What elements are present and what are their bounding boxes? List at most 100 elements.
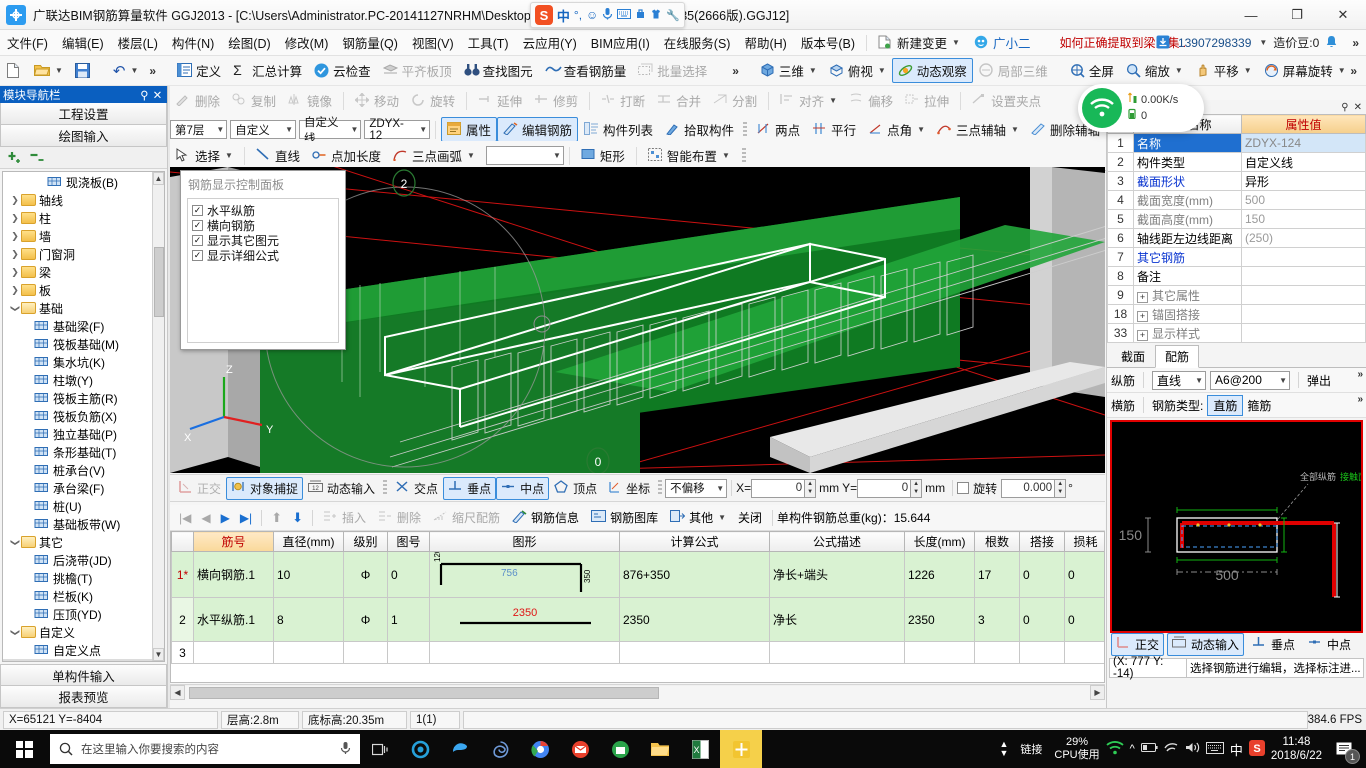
cell-count[interactable]: 17 bbox=[974, 551, 1020, 598]
split-button[interactable]: 分割 bbox=[707, 88, 763, 113]
view-3d-chevron-icon[interactable]: ▼ bbox=[809, 66, 817, 75]
ime-mic-icon[interactable] bbox=[602, 7, 613, 23]
chevron-right-icon[interactable]: ❯ bbox=[9, 195, 21, 206]
longitudinal-more-button[interactable]: » bbox=[1357, 369, 1363, 380]
nav-button-draw-input[interactable]: 绘图输入 bbox=[0, 125, 167, 147]
cell-rebar-no[interactable]: 横向钢筋.1 bbox=[193, 551, 274, 598]
ggj-icon[interactable] bbox=[720, 730, 762, 768]
category-chevron-icon[interactable]: ▼ bbox=[285, 125, 293, 134]
category-selector[interactable]: 自定义 ▼ bbox=[230, 120, 297, 139]
chevron-down-icon[interactable]: ❯ bbox=[10, 302, 21, 314]
rebar-type-straight-option[interactable]: 直筋 bbox=[1207, 394, 1244, 416]
rebar-type-stirrup-option[interactable]: 箍筋 bbox=[1247, 397, 1271, 414]
copy-button[interactable]: 复制 bbox=[226, 88, 282, 113]
cell-count[interactable] bbox=[974, 641, 1020, 664]
property-value[interactable]: 500 bbox=[1241, 190, 1366, 210]
cell-length[interactable]: 1226 bbox=[904, 551, 975, 598]
cell-grade[interactable]: Φ bbox=[343, 551, 388, 598]
menu-modify[interactable]: 修改(M) bbox=[278, 30, 336, 55]
last-record-button[interactable]: ▶| bbox=[235, 508, 257, 528]
preview-dynamic-input-button[interactable]: 动态输入 bbox=[1167, 632, 1245, 656]
property-value[interactable]: 自定义线 bbox=[1241, 152, 1366, 172]
rotate-stepper-up[interactable]: ▲ bbox=[1055, 479, 1066, 488]
property-row[interactable]: 8 备注 bbox=[1107, 266, 1366, 286]
property-row[interactable]: 5 截面高度(mm) 150 bbox=[1107, 209, 1366, 229]
account-chevron-icon[interactable]: ▼ bbox=[1259, 38, 1267, 47]
rebar-table[interactable]: 筋号 直径(mm) 级别 图号 图形 计算公式 公式描述 长度(mm) 根数 搭… bbox=[170, 531, 1105, 683]
tree-item[interactable]: 柱墩(Y) bbox=[3, 371, 164, 389]
delete-row-button[interactable]: 删除 bbox=[372, 506, 427, 529]
view-rebar-button[interactable]: 查看钢筋量 bbox=[539, 58, 633, 83]
property-value[interactable] bbox=[1241, 285, 1366, 305]
menu-floor[interactable]: 楼层(L) bbox=[111, 30, 165, 55]
tree-item[interactable]: ❯ 自定义 bbox=[3, 623, 164, 641]
cell-rebar-no[interactable]: 水平纵筋.1 bbox=[193, 597, 274, 642]
zoom-chevron-icon[interactable]: ▼ bbox=[1175, 66, 1183, 75]
ime-toolbox-icon[interactable] bbox=[635, 8, 646, 23]
tray-wifi-icon[interactable] bbox=[1106, 740, 1124, 758]
chevron-down-icon[interactable]: ▼ bbox=[1279, 376, 1287, 385]
x-stepper-up[interactable]: ▲ bbox=[805, 479, 816, 488]
snap-grip-2[interactable] bbox=[658, 480, 663, 496]
tray-expand-icon[interactable]: ▲ ▼ bbox=[999, 740, 1008, 758]
cell-length[interactable]: 2350 bbox=[904, 597, 975, 642]
spiral-icon[interactable] bbox=[480, 730, 520, 768]
zoom-button[interactable]: 缩放 ▼ bbox=[1120, 58, 1189, 83]
checkbox-transverse-rebar[interactable]: ✓ 横向钢筋 bbox=[192, 218, 338, 233]
tree-item[interactable]: 桩(U) bbox=[3, 497, 164, 515]
property-row[interactable]: 18 + 锚固搭接 bbox=[1107, 304, 1366, 324]
point-length-button[interactable]: 点加长度 bbox=[306, 143, 387, 168]
nav-button-single-member-input[interactable]: 单构件输入 bbox=[0, 664, 167, 686]
tab-reinforcement[interactable]: 配筋 bbox=[1155, 345, 1200, 368]
property-row[interactable]: 1 名称 ZDYX-124 bbox=[1107, 133, 1366, 153]
x-stepper-down[interactable]: ▼ bbox=[805, 488, 816, 497]
cell-rebar-no[interactable] bbox=[193, 641, 274, 664]
property-row[interactable]: 9 + 其它属性 bbox=[1107, 285, 1366, 305]
scale-rebar-button[interactable]: 缩尺配筋 bbox=[427, 506, 506, 529]
sogou-icon[interactable]: S bbox=[535, 5, 553, 25]
y-stepper[interactable]: ▲ ▼ bbox=[911, 478, 923, 498]
tree-item[interactable]: ❯ 轴线 bbox=[3, 191, 164, 209]
rebar-library-button[interactable]: 钢筋图库 bbox=[585, 506, 664, 529]
pan-button[interactable]: 平移 ▼ bbox=[1189, 58, 1258, 83]
merge-button[interactable]: 合并 bbox=[651, 88, 707, 113]
property-value[interactable]: 150 bbox=[1241, 209, 1366, 229]
tree-item[interactable]: 集水坑(K) bbox=[3, 353, 164, 371]
cell-shape-no[interactable] bbox=[387, 641, 430, 664]
scroll-up-icon[interactable]: ▲ bbox=[153, 172, 164, 185]
tree-item[interactable]: 独立基础(P) bbox=[3, 425, 164, 443]
popup-button[interactable]: 弹出 bbox=[1307, 372, 1331, 389]
folder-icon[interactable] bbox=[640, 730, 680, 768]
transverse-more-button[interactable]: » bbox=[1357, 394, 1363, 405]
scroll-thumb[interactable] bbox=[154, 247, 164, 317]
property-row[interactable]: 3 截面形状 异形 bbox=[1107, 171, 1366, 191]
floor-selector[interactable]: 第7层 ▼ bbox=[170, 120, 228, 139]
toolbar-overflow-mid[interactable]: » bbox=[727, 64, 744, 78]
cell-grade[interactable]: Φ bbox=[343, 597, 388, 642]
break-button[interactable]: 打断 bbox=[595, 88, 651, 113]
chevron-right-icon[interactable]: ❯ bbox=[9, 213, 21, 224]
chevron-down-icon[interactable]: ▼ bbox=[1195, 376, 1203, 385]
tray-chevron-up-icon[interactable]: ^ bbox=[1130, 743, 1135, 755]
property-value[interactable]: (250) bbox=[1241, 228, 1366, 248]
tray-battery-icon[interactable] bbox=[1140, 742, 1158, 756]
col-lap[interactable]: 搭接 bbox=[1019, 531, 1065, 552]
cell-shape[interactable] bbox=[429, 641, 620, 664]
cell-description[interactable] bbox=[769, 641, 905, 664]
cell-count[interactable]: 3 bbox=[974, 597, 1020, 642]
tree-item[interactable]: 筏板基础(M) bbox=[3, 335, 164, 353]
point-angle-axis-button[interactable]: 点角 ▼ bbox=[862, 117, 931, 142]
ime-wrench-icon[interactable]: 🔧 bbox=[666, 9, 680, 22]
tree-item[interactable]: 筏板负筋(X) bbox=[3, 407, 164, 425]
menu-file[interactable]: 文件(F) bbox=[0, 30, 55, 55]
cell-formula[interactable]: 876+350 bbox=[619, 551, 770, 598]
expand-icon[interactable]: + bbox=[1137, 310, 1148, 322]
rotate-stepper[interactable]: ▲ ▼ bbox=[1055, 478, 1067, 498]
tree-item[interactable]: ❯ 门窗洞 bbox=[3, 245, 164, 263]
top-view-chevron-icon[interactable]: ▼ bbox=[878, 66, 886, 75]
snap-grip-1[interactable] bbox=[383, 480, 388, 496]
draw-toolbar-grip[interactable] bbox=[741, 147, 746, 164]
cell-lap[interactable]: 0 bbox=[1019, 597, 1065, 642]
rotate-stepper-down[interactable]: ▼ bbox=[1055, 488, 1066, 497]
x-stepper[interactable]: ▲ ▼ bbox=[805, 478, 817, 498]
